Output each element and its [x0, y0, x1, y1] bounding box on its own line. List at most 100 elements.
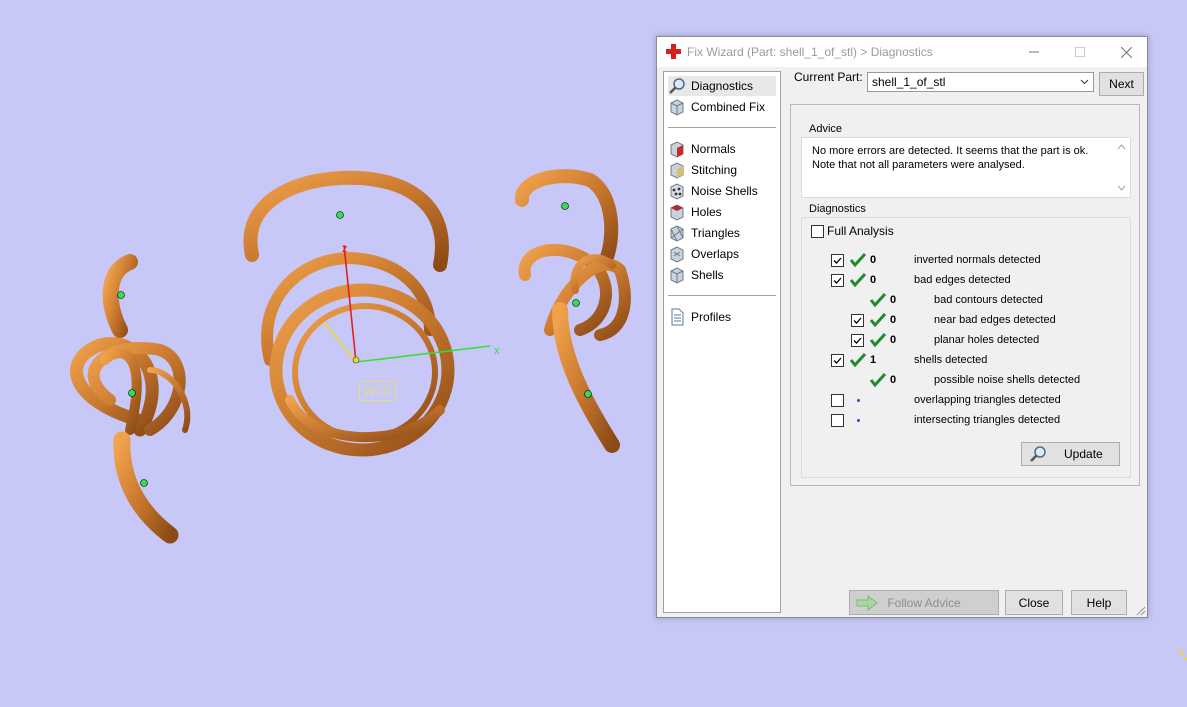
not-analysed-dot — [857, 399, 860, 402]
nav-label: Combined Fix — [691, 100, 766, 114]
diag-count: 1 — [870, 354, 877, 366]
maximize-button[interactable] — [1057, 37, 1103, 67]
control-point[interactable] — [561, 202, 569, 210]
nav-item-overlaps[interactable]: Overlaps — [668, 244, 776, 264]
diag-count: 0 — [870, 254, 877, 266]
not-analysed-dot — [857, 419, 860, 422]
advice-title: Advice — [806, 123, 846, 135]
diag-label: bad contours detected — [934, 294, 1043, 306]
right-spring-part[interactable] — [515, 169, 631, 453]
nav-label: Diagnostics — [691, 79, 754, 93]
nav-item-diagnostics[interactable]: Diagnostics — [668, 76, 776, 96]
fix-wizard-dialog: Fix Wizard (Part: shell_1_of_stl) > Diag… — [656, 36, 1148, 618]
control-point[interactable] — [584, 390, 592, 398]
diag-label: planar holes detected — [934, 334, 1040, 346]
shells-checkbox[interactable] — [831, 354, 844, 367]
planar-holes-checkbox[interactable] — [851, 334, 864, 347]
green-check-icon — [849, 252, 867, 268]
magnifier-icon — [1030, 446, 1046, 462]
close-button[interactable]: Close — [1005, 590, 1063, 615]
nav-item-shells[interactable]: Shells — [668, 265, 776, 285]
left-spring-part[interactable] — [70, 254, 191, 544]
bad-edges-checkbox[interactable] — [831, 274, 844, 287]
inverted-normals-checkbox[interactable] — [831, 254, 844, 267]
nav-label: Holes — [691, 205, 722, 219]
current-part-value: shell_1_of_stl — [872, 75, 946, 89]
advice-line: Note that not all parameters were analys… — [812, 159, 1025, 171]
control-point[interactable] — [117, 291, 125, 299]
nav-label: Stitching — [691, 163, 738, 177]
advice-scrollbar[interactable] — [1113, 138, 1130, 197]
help-button[interactable]: Help — [1071, 590, 1127, 615]
control-point[interactable] — [128, 389, 136, 397]
green-check-icon — [849, 272, 867, 288]
stitching-icon — [670, 162, 684, 179]
red-cross-icon — [666, 44, 681, 59]
next-button[interactable]: Next — [1099, 72, 1144, 96]
checkmark-icon — [853, 337, 862, 344]
diag-count: 0 — [890, 374, 897, 386]
nav-item-noise-shells[interactable]: Noise Shells — [668, 181, 776, 201]
nav-separator — [668, 295, 776, 296]
checkmark-icon — [833, 277, 842, 284]
green-check-icon — [869, 372, 887, 388]
intersecting-triangles-checkbox[interactable] — [831, 414, 844, 427]
minimize-button[interactable] — [1011, 37, 1057, 67]
arrow-right-icon — [856, 595, 878, 611]
current-part-label: Current Part: — [794, 70, 863, 84]
profiles-icon — [671, 308, 684, 326]
update-button[interactable]: Update — [1021, 442, 1120, 466]
advice-text: No more errors are detected. It seems th… — [812, 144, 1094, 172]
follow-advice-button[interactable]: Follow Advice — [849, 590, 999, 615]
nav-item-stitching[interactable]: Stitching — [668, 160, 776, 180]
full-analysis-checkbox[interactable] — [811, 225, 824, 238]
green-check-icon — [869, 312, 887, 328]
maximize-icon — [1075, 47, 1085, 57]
diag-count: 0 — [890, 294, 897, 306]
overlaps-icon — [670, 246, 684, 263]
nav-separator — [668, 127, 776, 128]
green-check-icon — [869, 292, 887, 308]
shells-icon — [670, 267, 684, 284]
full-analysis-label: Full Analysis — [827, 224, 894, 238]
nav-label: Shells — [691, 268, 724, 282]
nav-item-normals[interactable]: Normals — [668, 139, 776, 159]
overlapping-triangles-checkbox[interactable] — [831, 394, 844, 407]
checkmark-icon — [833, 257, 842, 264]
normals-icon — [670, 141, 684, 158]
diag-label: near bad edges detected — [934, 314, 1056, 326]
advice-line: No more errors are detected. It seems th… — [812, 145, 1089, 157]
control-point[interactable] — [140, 479, 148, 487]
update-label: Update — [1064, 447, 1103, 461]
diag-count: 0 — [890, 334, 897, 346]
near-bad-edges-checkbox[interactable] — [851, 314, 864, 327]
control-point[interactable] — [572, 299, 580, 307]
nav-item-combined-fix[interactable]: Combined Fix — [668, 97, 776, 117]
close-window-button[interactable] — [1103, 37, 1149, 67]
nav-item-holes[interactable]: Holes — [668, 202, 776, 222]
diag-count: 0 — [890, 314, 897, 326]
wizard-nav: Diagnostics Combined Fix Normals Stitchi… — [663, 71, 781, 613]
green-check-icon — [869, 332, 887, 348]
nav-item-triangles[interactable]: Triangles — [668, 223, 776, 243]
nav-label: Normals — [691, 142, 736, 156]
diagnostics-title: Diagnostics — [806, 203, 869, 215]
current-part-select[interactable]: shell_1_of_stl — [867, 72, 1094, 92]
advice-box: No more errors are detected. It seems th… — [801, 137, 1131, 198]
nav-label: Noise Shells — [691, 184, 758, 198]
diag-label: overlapping triangles detected — [914, 394, 1061, 406]
magnifier-icon — [669, 78, 685, 94]
nav-item-profiles[interactable]: Profiles — [668, 307, 776, 327]
green-check-icon — [849, 352, 867, 368]
control-point[interactable] — [336, 211, 344, 219]
nav-label: Profiles — [691, 310, 732, 324]
nav-label: Triangles — [691, 226, 740, 240]
resize-grip-icon[interactable] — [1136, 606, 1146, 616]
diag-label: shells detected — [914, 354, 988, 366]
follow-advice-label: Follow Advice — [887, 595, 961, 610]
dialog-titlebar[interactable]: Fix Wizard (Part: shell_1_of_stl) > Diag… — [657, 37, 1147, 67]
diag-count: 0 — [870, 274, 877, 286]
center-spring-part[interactable] — [243, 170, 455, 457]
minimize-icon — [1029, 51, 1039, 53]
holes-icon — [670, 204, 684, 221]
